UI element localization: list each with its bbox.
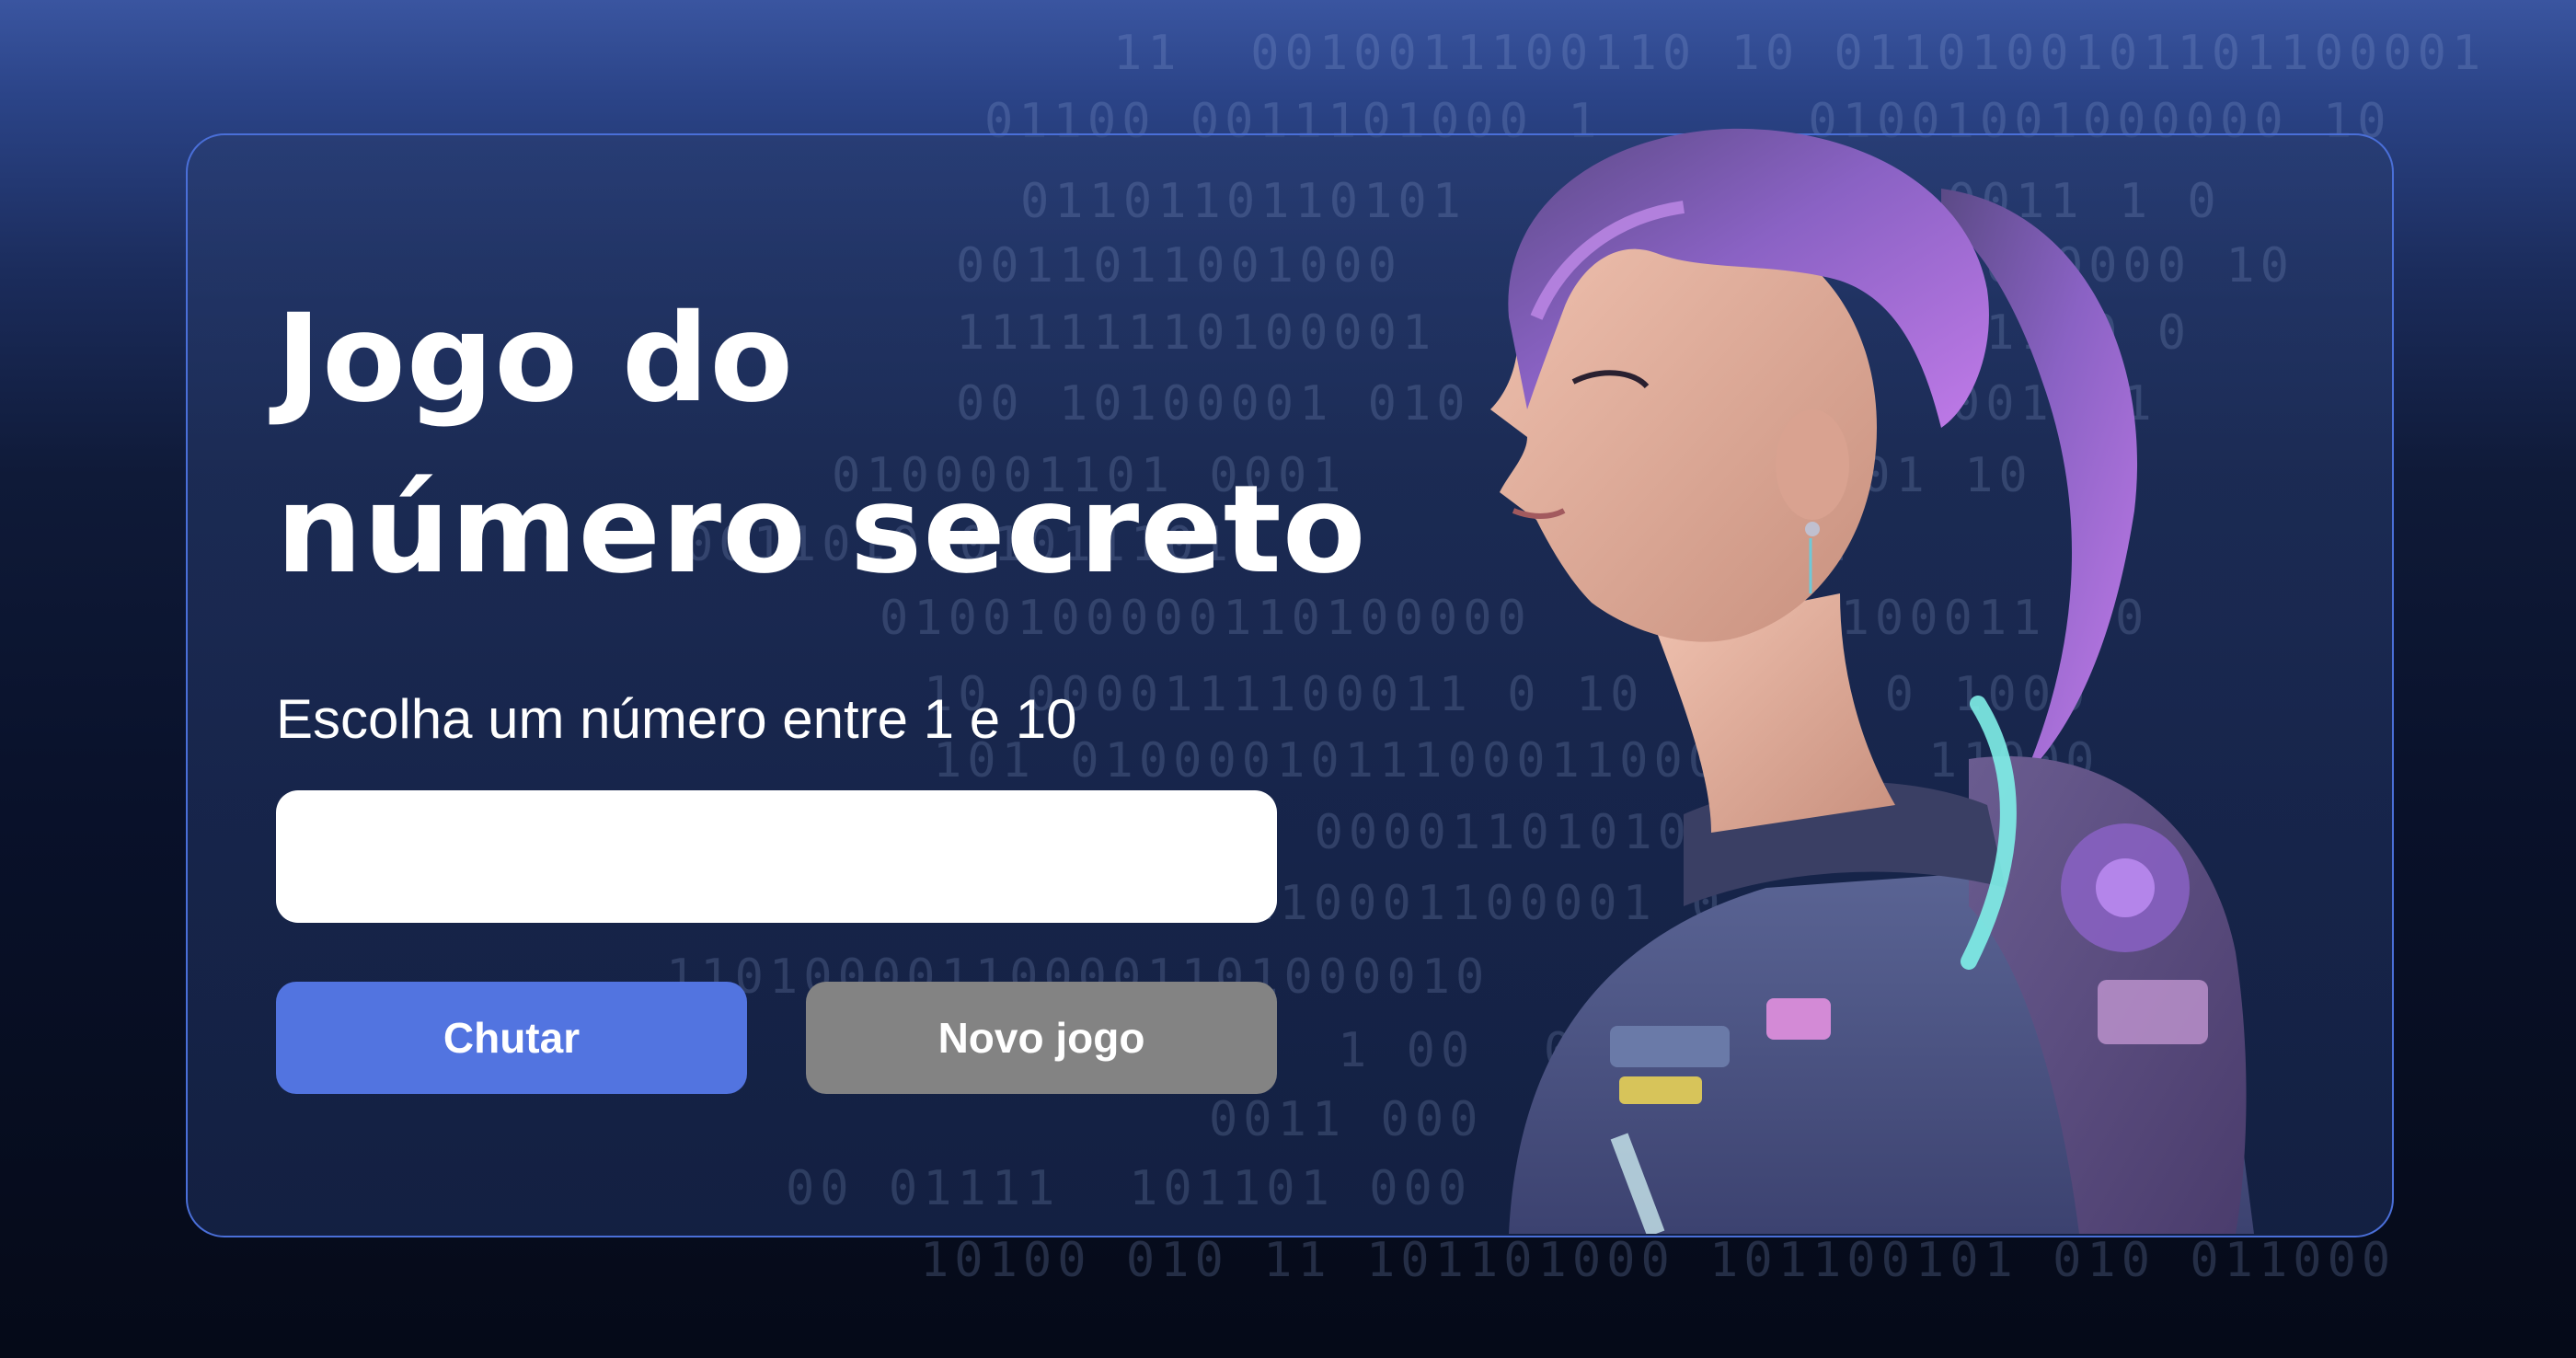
new-game-button[interactable]: Novo jogo bbox=[806, 982, 1277, 1094]
title-line-1: Jogo do bbox=[276, 288, 795, 430]
binary-text: 00 01111 101101 000 bbox=[786, 1161, 1473, 1216]
binary-text: 11 0010011100110 10 0110100101101100001 bbox=[1113, 26, 2487, 81]
guess-number-input[interactable] bbox=[276, 790, 1277, 923]
guess-prompt-label: Escolha um número entre 1 e 10 bbox=[276, 688, 1077, 750]
title-line-2: número secreto bbox=[276, 459, 1367, 601]
page-title: Jogo do número secreto bbox=[276, 273, 1367, 616]
binary-text: 10100 010 11 101101000 101100101 010 011… bbox=[920, 1233, 2397, 1288]
female-hacker-illustration bbox=[1490, 128, 2254, 1234]
guess-button[interactable]: Chutar bbox=[276, 982, 747, 1094]
